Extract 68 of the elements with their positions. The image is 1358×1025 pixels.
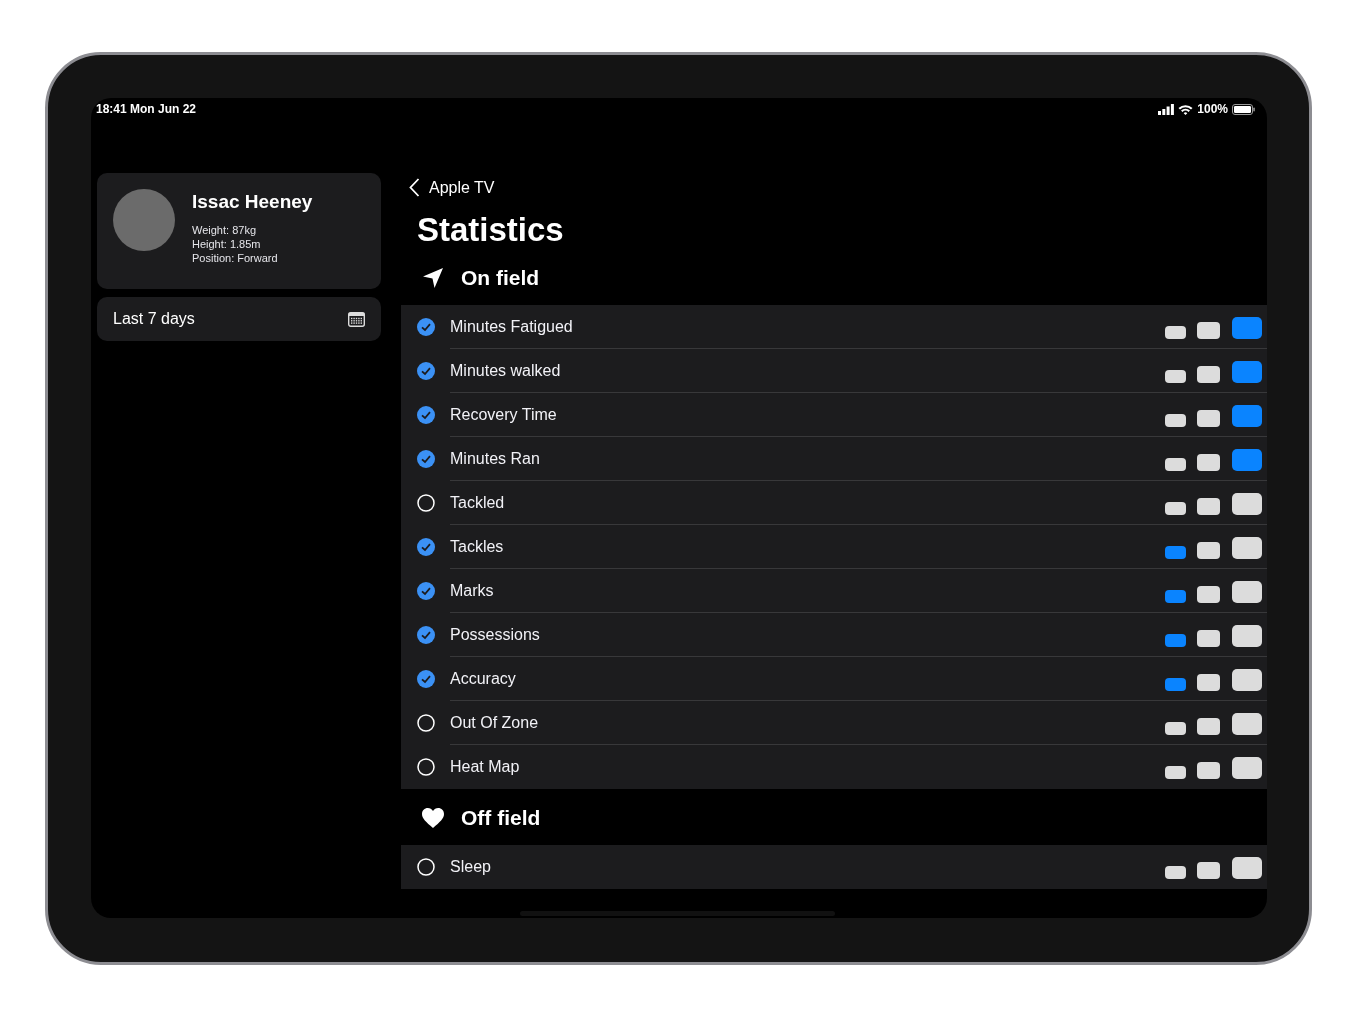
battery-percentage: 100% xyxy=(1197,102,1228,116)
empty-circle-icon[interactable] xyxy=(417,494,435,512)
size-option[interactable] xyxy=(1232,492,1262,515)
size-option[interactable] xyxy=(1232,668,1262,691)
size-option[interactable] xyxy=(1232,580,1262,603)
statistic-label: Minutes Ran xyxy=(450,449,541,468)
player-detail: Height: 1.85m xyxy=(192,238,262,250)
size-option[interactable] xyxy=(1197,321,1220,339)
size-option[interactable] xyxy=(1232,712,1262,735)
section-title: On field xyxy=(461,266,540,290)
checked-circle-icon[interactable] xyxy=(417,582,435,600)
size-option[interactable] xyxy=(1197,717,1220,735)
status-time: 18:41 Mon Jun 22 xyxy=(96,102,197,116)
page-title: Statistics xyxy=(417,211,565,249)
size-option[interactable] xyxy=(1232,624,1262,647)
size-option[interactable] xyxy=(1197,673,1220,691)
size-option[interactable] xyxy=(1165,325,1186,339)
checked-circle-icon[interactable] xyxy=(417,406,435,424)
empty-circle-icon[interactable] xyxy=(417,858,435,876)
statistic-label: Possessions xyxy=(450,625,541,644)
size-option[interactable] xyxy=(1232,536,1262,559)
checked-circle-icon[interactable] xyxy=(417,318,435,336)
statistic-label: Heat Map xyxy=(450,758,521,776)
statistic-label: Accuracy xyxy=(450,669,517,688)
size-option[interactable] xyxy=(1197,585,1220,603)
size-option[interactable] xyxy=(1165,369,1186,383)
size-option[interactable] xyxy=(1165,501,1186,515)
size-option[interactable] xyxy=(1165,413,1186,427)
checked-circle-icon[interactable] xyxy=(417,450,435,468)
statistic-label: Sleep xyxy=(450,858,492,876)
player-detail: Position: Forward xyxy=(192,252,279,264)
statistic-label: Out Of Zone xyxy=(450,713,540,732)
size-option[interactable] xyxy=(1165,721,1186,735)
signal-icon xyxy=(1158,103,1175,115)
back-button[interactable]: Apple TV xyxy=(401,120,495,197)
date-range-button[interactable]: Last 7 days xyxy=(97,297,381,341)
player-name: Issac Heeney xyxy=(192,191,313,213)
size-option[interactable] xyxy=(1165,866,1186,879)
size-option[interactable] xyxy=(1197,453,1220,471)
size-option[interactable] xyxy=(1232,857,1262,879)
checked-circle-icon[interactable] xyxy=(417,670,435,688)
statistic-label: Minutes walked xyxy=(450,361,562,380)
checked-circle-icon[interactable] xyxy=(417,626,435,644)
calendar-icon xyxy=(348,311,365,327)
size-option[interactable] xyxy=(1165,457,1186,471)
size-option[interactable] xyxy=(1232,757,1262,779)
chevron-left-icon xyxy=(409,178,420,197)
statistic-label: Tackled xyxy=(450,493,506,512)
location-arrow-icon xyxy=(421,266,445,290)
statistic-label: Marks xyxy=(450,581,495,600)
size-option[interactable] xyxy=(1197,541,1220,559)
checked-circle-icon[interactable] xyxy=(417,538,435,556)
size-option[interactable] xyxy=(1197,497,1220,515)
heart-icon xyxy=(421,807,445,829)
empty-circle-icon[interactable] xyxy=(417,714,435,732)
wifi-icon xyxy=(1178,103,1194,115)
size-option[interactable] xyxy=(1165,766,1186,779)
section-title: Off field xyxy=(461,806,541,830)
statistic-label: Recovery Time xyxy=(450,405,558,424)
statistic-label: Tackles xyxy=(450,537,505,556)
player-detail: Weight: 87kg xyxy=(192,224,257,236)
size-option[interactable] xyxy=(1197,629,1220,647)
checked-circle-icon[interactable] xyxy=(417,362,435,380)
empty-circle-icon[interactable] xyxy=(417,758,435,776)
statistic-label: Minutes Fatigued xyxy=(450,317,574,336)
size-option[interactable] xyxy=(1197,409,1220,427)
size-option[interactable] xyxy=(1197,365,1220,383)
battery-icon xyxy=(1232,103,1255,115)
